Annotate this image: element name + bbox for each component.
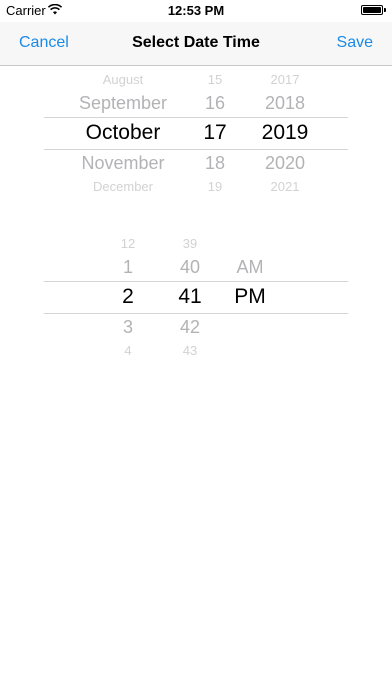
- page-title: Select Date Time: [132, 34, 260, 51]
- day-option[interactable]: 19: [194, 179, 236, 194]
- navigation-bar: Cancel Select Date Time Save: [0, 22, 392, 66]
- year-option[interactable]: 2018: [254, 93, 316, 114]
- month-option[interactable]: November: [44, 153, 202, 174]
- date-picker[interactable]: August September October November Decemb…: [44, 68, 348, 196]
- month-option[interactable]: September: [44, 93, 202, 114]
- minute-option[interactable]: 43: [170, 343, 210, 358]
- day-option-selected[interactable]: 17: [194, 121, 236, 145]
- status-time: 12:53 PM: [167, 3, 225, 18]
- month-option[interactable]: August: [44, 72, 202, 87]
- year-option[interactable]: 2021: [254, 179, 316, 194]
- year-option[interactable]: 2017: [254, 72, 316, 87]
- minute-option[interactable]: 42: [170, 317, 210, 338]
- day-option[interactable]: 15: [194, 72, 236, 87]
- battery-nub: [384, 8, 386, 12]
- save-button[interactable]: Save: [337, 34, 373, 52]
- month-option-selected[interactable]: October: [44, 121, 202, 145]
- year-option[interactable]: 2020: [254, 153, 316, 174]
- hour-option[interactable]: 3: [112, 317, 144, 338]
- minute-option-selected[interactable]: 41: [170, 285, 210, 309]
- year-option-selected[interactable]: 2019: [254, 121, 316, 145]
- hour-option[interactable]: 4: [112, 343, 144, 358]
- hour-option[interactable]: 1: [112, 257, 144, 278]
- day-option[interactable]: 18: [194, 153, 236, 174]
- hour-option[interactable]: 12: [112, 236, 144, 251]
- period-option[interactable]: AM: [230, 257, 270, 278]
- hour-option-selected[interactable]: 2: [112, 285, 144, 309]
- status-bar: Carrier 12:53 PM: [0, 0, 392, 22]
- minute-option[interactable]: 40: [170, 257, 210, 278]
- period-option-selected[interactable]: PM: [230, 285, 270, 309]
- time-picker[interactable]: 12 1 2 3 4 39 40 41 42 43 AM PM: [44, 232, 348, 360]
- month-option[interactable]: December: [44, 179, 202, 194]
- day-option[interactable]: 16: [194, 93, 236, 114]
- battery-icon: [361, 5, 383, 15]
- minute-option[interactable]: 39: [170, 236, 210, 251]
